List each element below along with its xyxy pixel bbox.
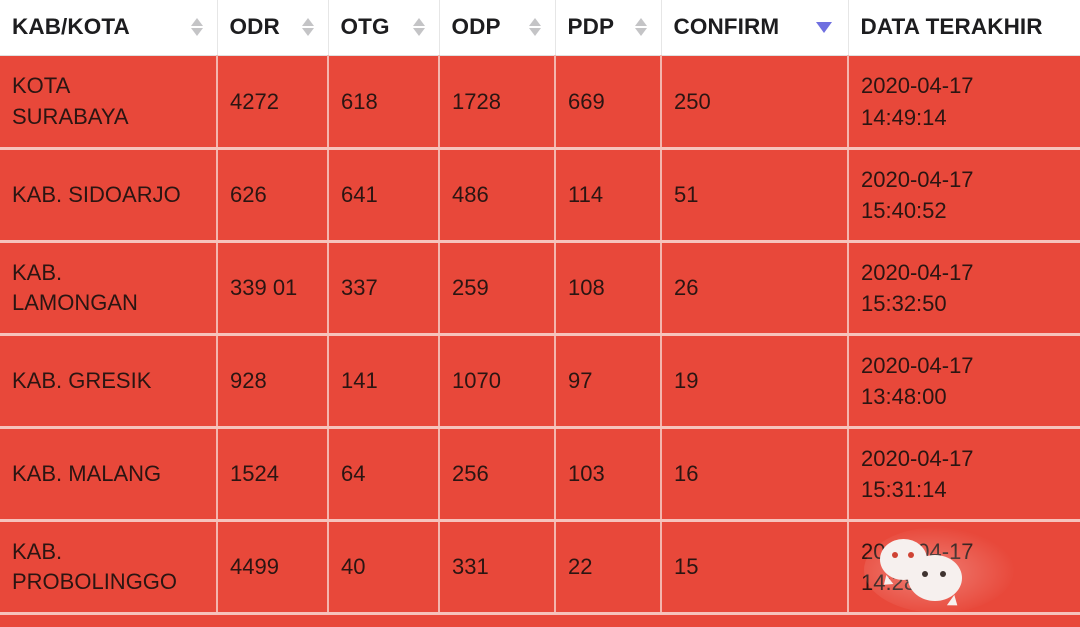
cell-confirm: 26 xyxy=(661,241,849,336)
time-value: 15:32:50 xyxy=(861,291,947,316)
time-value: 15:40:52 xyxy=(861,198,947,223)
cell-confirm: 19 xyxy=(661,334,849,429)
column-header-pdp[interactable]: PDP xyxy=(555,0,662,56)
column-header-label: ODR xyxy=(229,14,280,39)
kab-line-1: KAB. xyxy=(12,259,63,285)
cell-odr: 928 xyxy=(217,334,329,429)
column-header-kab-kota[interactable]: KAB/KOTA xyxy=(0,0,218,56)
date-value: 2020-04-17 xyxy=(861,259,974,285)
sort-both-icon[interactable] xyxy=(301,18,314,36)
table-row[interactable]: KAB. GRESIK 928 141 1070 97 19 2020-04-1… xyxy=(0,334,1080,429)
covid-region-table: KAB/KOTA ODR OTG ODP PDP CONFIRM DATA TE… xyxy=(0,0,1080,615)
cell-confirm: 16 xyxy=(661,427,849,522)
cell-odr: 4272 xyxy=(217,55,329,150)
cell-odp: 1728 xyxy=(439,55,556,150)
kab-line-1: KAB. SIDOARJO xyxy=(12,181,181,207)
time-value: 14:49:14 xyxy=(861,104,947,130)
table-row[interactable]: KAB. MALANG 1524 64 256 103 16 2020-04-1… xyxy=(0,427,1080,522)
sort-both-icon[interactable] xyxy=(412,18,425,36)
time-value: 15:31:14 xyxy=(861,477,947,502)
date-value: 2020-04-17 xyxy=(861,538,974,564)
column-header-label: PDP xyxy=(567,14,615,39)
cell-odp: 1070 xyxy=(439,334,556,429)
sort-descending-icon[interactable] xyxy=(815,21,832,33)
table-header: KAB/KOTA ODR OTG ODP PDP CONFIRM DATA TE… xyxy=(0,0,1080,56)
cell-data-terakhir: 2020-04-17 15:32:50 xyxy=(848,241,1080,336)
cell-confirm: 15 xyxy=(661,520,849,615)
cell-otg: 337 xyxy=(328,241,440,336)
cell-otg: 141 xyxy=(328,334,440,429)
column-header-label: ODP xyxy=(451,14,501,39)
cell-kab-kota: KAB. GRESIK xyxy=(0,334,218,429)
time-value: 14:28:45 xyxy=(861,570,947,595)
cell-odr: 626 xyxy=(217,148,329,243)
cell-confirm: 250 xyxy=(661,55,849,150)
table-row[interactable]: KAB. PROBOLINGGO 4499 40 331 22 15 2020-… xyxy=(0,520,1080,615)
column-header-otg[interactable]: OTG xyxy=(328,0,440,56)
date-value: 2020-04-17 xyxy=(861,352,974,378)
cell-odp: 259 xyxy=(439,241,556,336)
cell-pdp: 108 xyxy=(555,241,662,336)
cell-odp: 486 xyxy=(439,148,556,243)
table-row[interactable]: KAB. SIDOARJO 626 641 486 114 51 2020-04… xyxy=(0,148,1080,243)
kab-line-1: KAB. MALANG xyxy=(12,460,162,486)
cell-pdp: 97 xyxy=(555,334,662,429)
cell-odr: 1524 xyxy=(217,427,329,522)
table-row[interactable]: KOTA SURABAYA 4272 618 1728 669 250 2020… xyxy=(0,55,1080,150)
cell-pdp: 114 xyxy=(555,148,662,243)
cell-pdp: 669 xyxy=(555,55,662,150)
kab-line-2: LAMONGAN xyxy=(12,290,138,315)
cell-kab-kota: KOTA SURABAYA xyxy=(0,55,218,150)
date-value: 2020-04-17 xyxy=(861,445,974,471)
sort-both-icon[interactable] xyxy=(634,18,647,36)
table-row[interactable]: KAB. LAMONGAN 339 01 337 259 108 26 2020… xyxy=(0,241,1080,336)
cell-data-terakhir: 2020-04-17 14:28:45 xyxy=(848,520,1080,615)
cell-otg: 641 xyxy=(328,148,440,243)
cell-odp: 331 xyxy=(439,520,556,615)
cell-kab-kota: KAB. PROBOLINGGO xyxy=(0,520,218,615)
column-header-odp[interactable]: ODP xyxy=(439,0,556,56)
table-body: KOTA SURABAYA 4272 618 1728 669 250 2020… xyxy=(0,55,1080,615)
cell-data-terakhir: 2020-04-17 15:31:14 xyxy=(848,427,1080,522)
column-header-label: CONFIRM xyxy=(673,14,780,39)
kab-line-2: SURABAYA xyxy=(12,103,129,129)
cell-pdp: 22 xyxy=(555,520,662,615)
sort-both-icon[interactable] xyxy=(190,18,203,36)
column-header-confirm[interactable]: CONFIRM xyxy=(661,0,849,56)
column-header-label: KAB/KOTA xyxy=(12,14,130,39)
cell-data-terakhir: 2020-04-17 15:40:52 xyxy=(848,148,1080,243)
date-value: 2020-04-17 xyxy=(861,166,974,192)
column-header-label: DATA TERAKHIR xyxy=(860,14,1043,39)
kab-line-1: KAB. xyxy=(12,538,63,564)
sort-both-icon[interactable] xyxy=(528,18,541,36)
cell-data-terakhir: 2020-04-17 14:49:14 xyxy=(848,55,1080,150)
column-header-label: OTG xyxy=(340,14,390,39)
cell-otg: 64 xyxy=(328,427,440,522)
column-header-odr[interactable]: ODR xyxy=(217,0,329,56)
cell-kab-kota: KAB. SIDOARJO xyxy=(0,148,218,243)
date-value: 2020-04-17 xyxy=(861,73,974,99)
cell-pdp: 103 xyxy=(555,427,662,522)
kab-line-1: KAB. GRESIK xyxy=(12,367,152,393)
cell-kab-kota: KAB. LAMONGAN xyxy=(0,241,218,336)
cell-odr: 4499 xyxy=(217,520,329,615)
kab-line-1: KOTA xyxy=(12,73,71,99)
time-value: 13:48:00 xyxy=(861,384,947,409)
kab-line-2: PROBOLINGGO xyxy=(12,569,178,594)
cell-odp: 256 xyxy=(439,427,556,522)
cell-kab-kota: KAB. MALANG xyxy=(0,427,218,522)
cell-otg: 40 xyxy=(328,520,440,615)
column-header-data-terakhir[interactable]: DATA TERAKHIR xyxy=(848,0,1080,56)
cell-otg: 618 xyxy=(328,55,440,150)
cell-confirm: 51 xyxy=(661,148,849,243)
cell-odr: 339 01 xyxy=(217,241,329,336)
covid-region-table-container: KAB/KOTA ODR OTG ODP PDP CONFIRM DATA TE… xyxy=(0,0,1080,627)
table-header-row: KAB/KOTA ODR OTG ODP PDP CONFIRM DATA TE… xyxy=(0,0,1080,56)
cell-data-terakhir: 2020-04-17 13:48:00 xyxy=(848,334,1080,429)
